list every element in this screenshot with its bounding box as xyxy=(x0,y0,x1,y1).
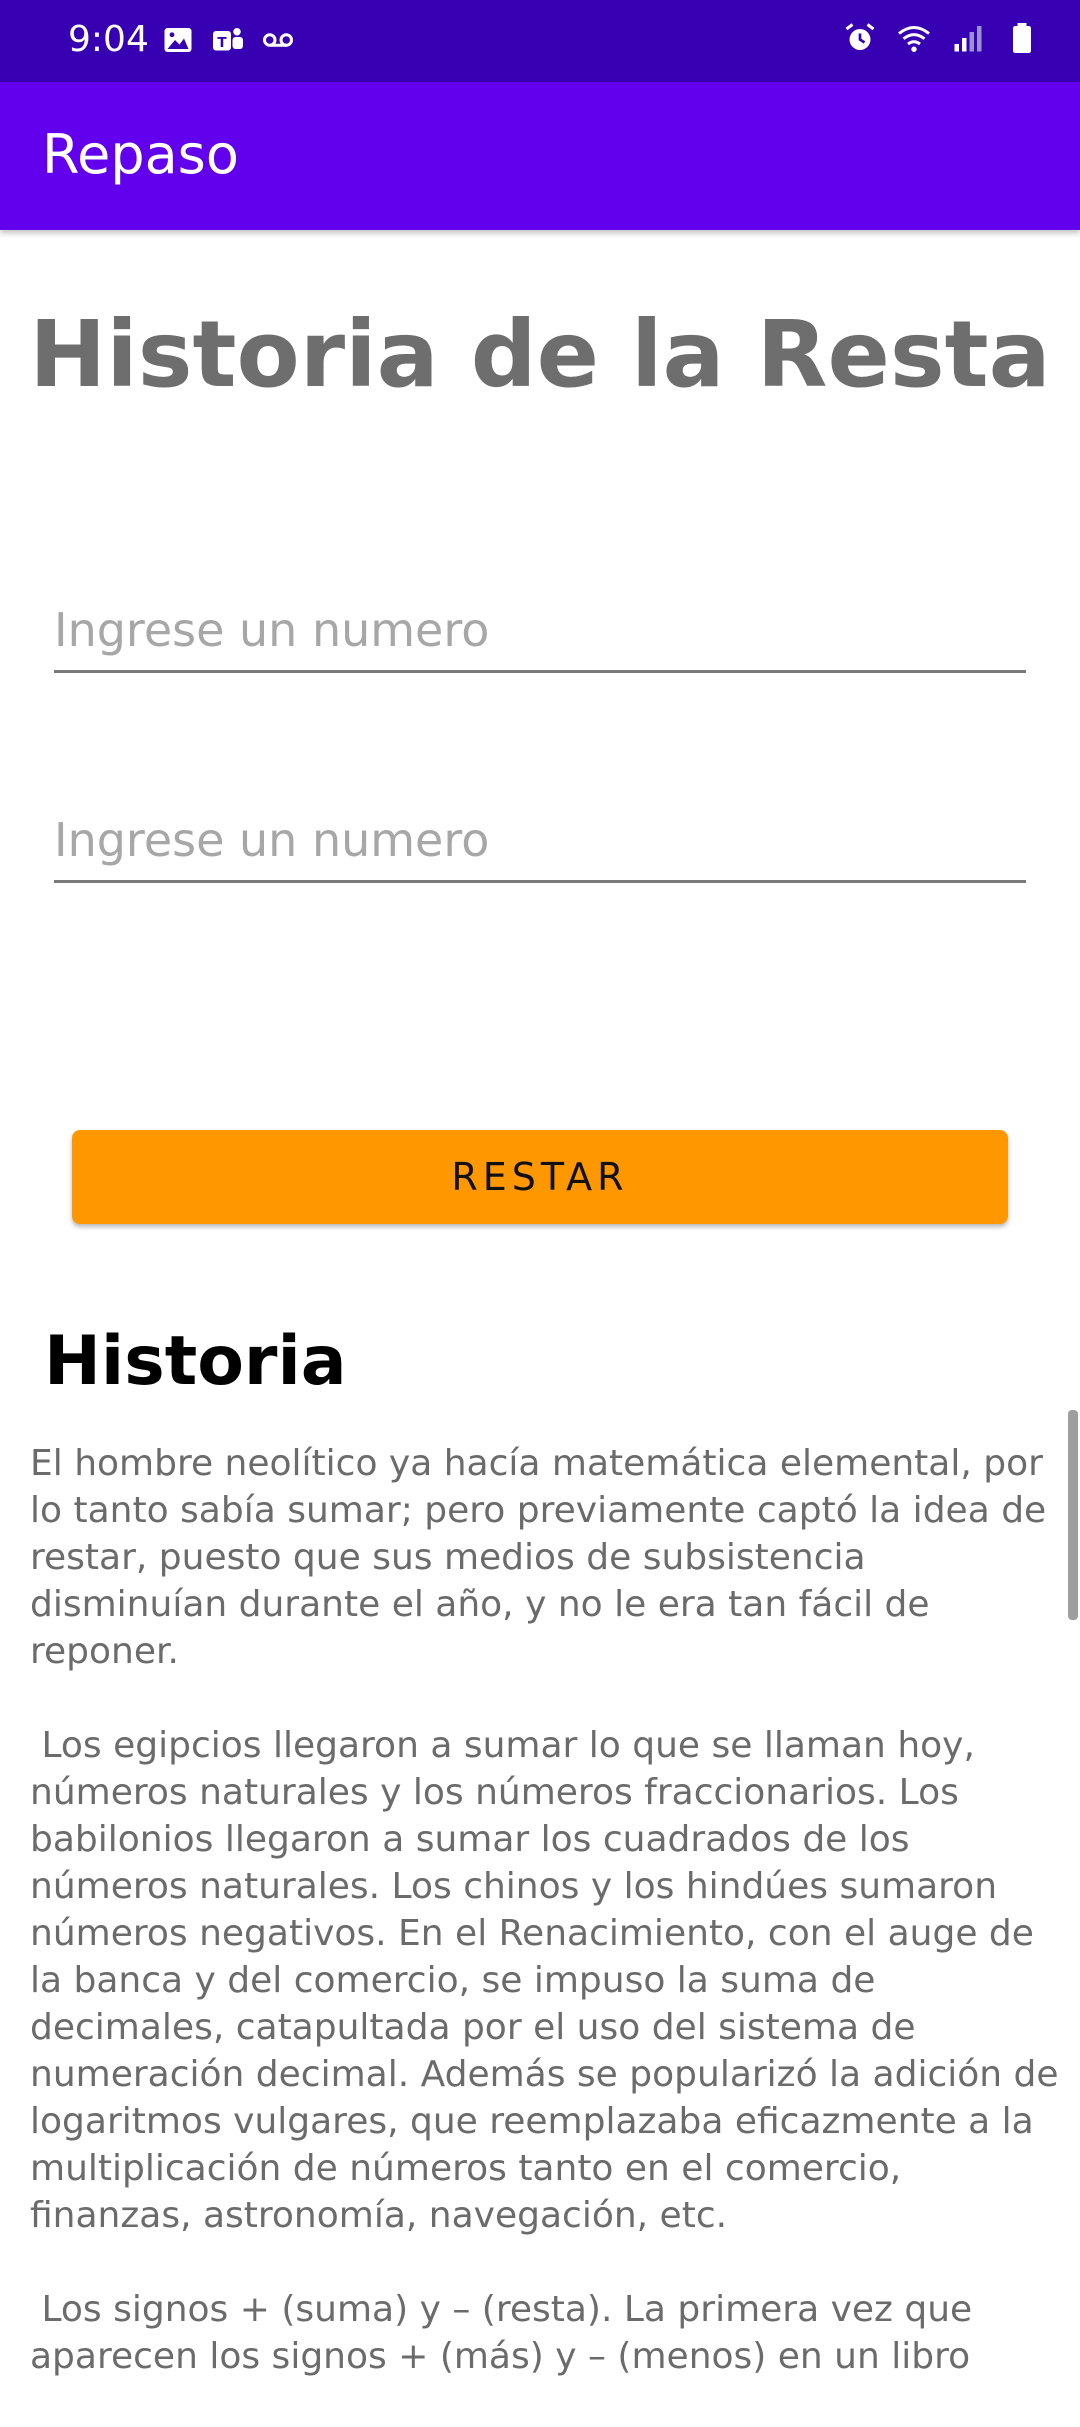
voicemail-icon xyxy=(263,33,293,47)
status-right-icons xyxy=(842,20,1040,56)
image-icon xyxy=(164,28,192,52)
section-title: Historia xyxy=(44,1322,347,1401)
signal-icon xyxy=(954,26,982,52)
svg-text:T: T xyxy=(217,35,227,51)
first-number-input[interactable] xyxy=(54,590,1026,673)
app-title: Repaso xyxy=(42,123,239,186)
page-title: Historia de la Resta xyxy=(29,301,1051,408)
status-bar: 9:04 T xyxy=(0,0,1080,82)
history-paragraph-1: El hombre neolítico ya hacía matemática … xyxy=(30,1443,1058,1672)
restar-button[interactable]: RESTAR xyxy=(72,1130,1008,1224)
history-paragraph-3: Los signos + (suma) y – (resta). La prim… xyxy=(30,2289,984,2377)
history-paragraph-2: Los egipcios llegaron a sumar lo que se … xyxy=(30,1725,1071,2236)
scrollbar-thumb[interactable] xyxy=(1068,1410,1078,1620)
status-left-icons: T xyxy=(160,22,296,58)
wifi-icon xyxy=(898,26,930,52)
app-bar: Repaso xyxy=(0,82,1080,230)
status-time: 9:04 xyxy=(68,19,149,60)
battery-icon xyxy=(1013,23,1031,53)
teams-icon: T xyxy=(213,28,243,51)
history-text: El hombre neolítico ya hacía matemática … xyxy=(30,1440,1060,2427)
alarm-icon xyxy=(845,23,875,50)
second-number-input[interactable] xyxy=(54,800,1026,883)
